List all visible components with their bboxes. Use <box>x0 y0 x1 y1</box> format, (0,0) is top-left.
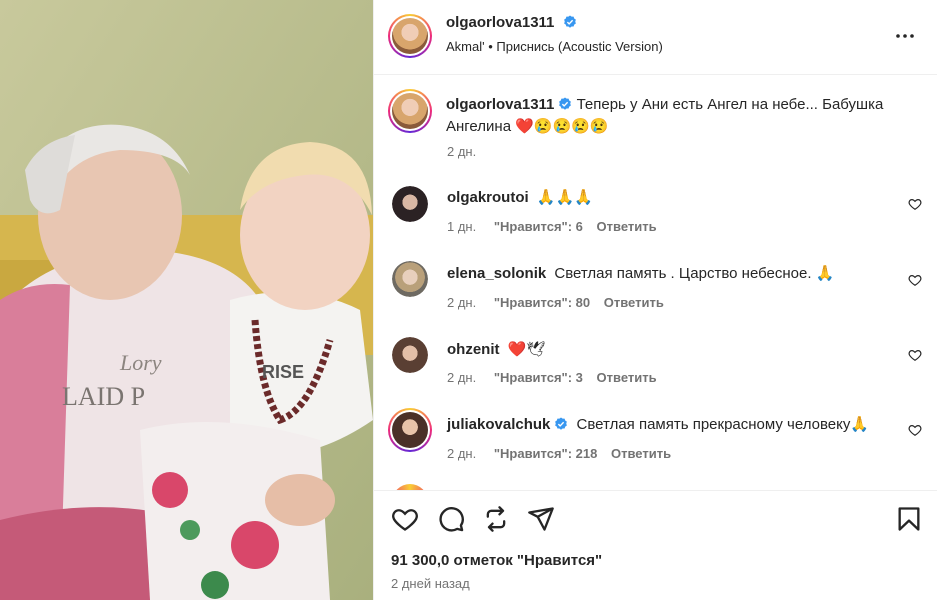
comment-meta: 1 дн. "Нравится": 6 Ответить <box>447 219 657 234</box>
reply-button[interactable]: Ответить <box>604 295 664 310</box>
comment-time: 2 дн. <box>447 295 477 310</box>
comment-likes[interactable]: "Нравится": 3 <box>494 370 583 385</box>
author-avatar[interactable] <box>388 14 432 58</box>
post-sidebar: olgaorlova1311 Akmal' • Приснись (Acoust… <box>373 0 937 600</box>
post-header: olgaorlova1311 Akmal' • Приснись (Acoust… <box>374 0 937 75</box>
caption-author-avatar[interactable] <box>388 89 432 133</box>
reply-button[interactable]: Ответить <box>597 370 657 385</box>
comment-likes[interactable]: "Нравится": 218 <box>494 446 598 461</box>
more-options-icon[interactable] <box>893 24 917 48</box>
photo-illustration: LAID P Lory RISE <box>0 0 373 600</box>
commenter-avatar[interactable] <box>392 186 428 222</box>
comment-item: juliakovalchuk Светлая память прекрасном… <box>447 415 869 433</box>
commenter-avatar[interactable] <box>392 337 428 373</box>
comment-username[interactable]: ohzenit <box>447 341 500 358</box>
comment-username[interactable]: olgakroutoi <box>447 189 529 206</box>
post-actions-bar: 91 300,0 отметок "Нравится" 2 дней назад <box>374 490 937 600</box>
caption-username[interactable]: olgaorlova1311 <box>446 96 554 113</box>
heart-icon[interactable] <box>391 505 419 533</box>
comment-item: elena_solonik Светлая память . Царство н… <box>447 264 834 282</box>
bookmark-icon[interactable] <box>895 505 923 533</box>
comment-username[interactable]: elena_solonik <box>447 265 546 282</box>
reply-button[interactable]: Ответить <box>611 446 671 461</box>
comment-icon[interactable] <box>437 505 465 533</box>
like-comment-heart-icon[interactable] <box>908 273 922 287</box>
commenter-avatar[interactable] <box>392 261 428 297</box>
like-comment-heart-icon[interactable] <box>908 197 922 211</box>
verified-badge-icon <box>563 15 576 28</box>
comment-text: Светлая память . Царство небесное. 🙏 <box>554 265 835 282</box>
shirt-print-text: LAID P <box>62 382 145 411</box>
comment-item: ohzenit ❤️🕊 <box>447 340 545 358</box>
comment-likes[interactable]: "Нравится": 6 <box>494 219 583 234</box>
commenter-avatar[interactable] <box>388 408 432 452</box>
post-photo[interactable]: LAID P Lory RISE <box>0 0 373 600</box>
likes-count[interactable]: 91 300,0 отметок "Нравится" <box>391 552 602 569</box>
author-username[interactable]: olgaorlova1311 <box>446 14 554 31</box>
like-comment-heart-icon[interactable] <box>908 348 922 362</box>
comment-time: 1 дн. <box>447 219 477 234</box>
comment-meta: 2 дн. "Нравится": 3 Ответить <box>447 370 657 385</box>
post-caption: olgaorlova1311 Теперь у Ани есть Ангел н… <box>446 94 916 138</box>
reply-button[interactable]: Ответить <box>597 219 657 234</box>
audio-track-link[interactable]: Akmal' • Приснись (Acoustic Version) <box>446 39 663 54</box>
share-icon[interactable] <box>527 505 555 533</box>
comment-time: 2 дн. <box>447 446 477 461</box>
comment-meta: 2 дн. "Нравится": 80 Ответить <box>447 295 664 310</box>
comment-meta: 2 дн. "Нравится": 218 Ответить <box>447 446 671 461</box>
verified-badge-icon <box>555 417 568 430</box>
comment-text: 🙏🙏🙏 <box>536 189 593 206</box>
comment-likes[interactable]: "Нравится": 80 <box>494 295 590 310</box>
comment-text: ❤️🕊 <box>507 341 546 358</box>
repost-icon[interactable] <box>482 505 510 533</box>
comment-time: 2 дн. <box>447 370 477 385</box>
comment-username[interactable]: juliakovalchuk <box>447 416 550 433</box>
child-shirt-print: RISE <box>262 362 304 382</box>
shirt-print-script: Lory <box>119 350 162 375</box>
like-comment-heart-icon[interactable] <box>908 423 922 437</box>
verified-badge-icon <box>559 97 572 110</box>
comment-item: olgakroutoi 🙏🙏🙏 <box>447 188 593 206</box>
comment-text: Светлая память прекрасному человеку🙏 <box>576 416 870 433</box>
post-date: 2 дней назад <box>391 576 470 591</box>
caption-time: 2 дн. <box>447 144 477 159</box>
